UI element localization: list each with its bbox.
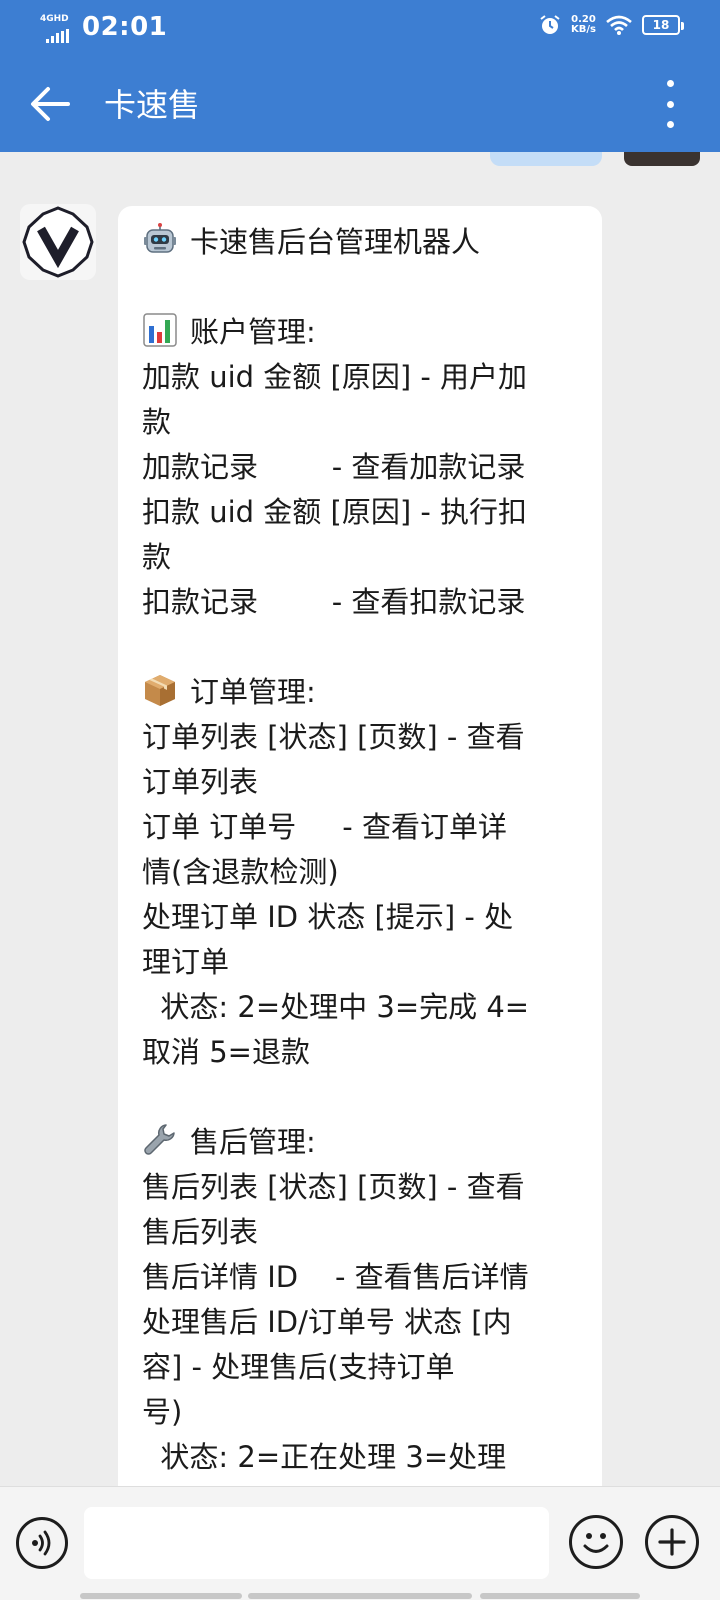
message-line: 号) — [142, 1390, 580, 1435]
input-bar — [0, 1486, 720, 1600]
message-line — [142, 1075, 580, 1120]
message-line-text: 订单 订单号 - 查看订单详 — [142, 810, 507, 844]
message-line: 扣款记录 - 查看扣款记录 — [142, 580, 580, 625]
back-button[interactable] — [24, 78, 76, 130]
package-icon — [142, 672, 178, 708]
message-line-text: 款 — [142, 405, 172, 439]
message-line: 售后列表 [状态] [页数] - 查看 — [142, 1165, 580, 1210]
emoji-button[interactable] — [569, 1515, 623, 1569]
message-line-text: 处理售后 ID/订单号 状态 [内 — [142, 1305, 512, 1339]
message-line: 容] - 处理售后(支持订单 — [142, 1345, 580, 1390]
message-line-text: 订单列表 — [142, 765, 259, 799]
message-line: 款 — [142, 400, 580, 445]
voice-icon — [32, 1530, 51, 1556]
message-line: 款 — [142, 535, 580, 580]
message-line-text: 加款 uid 金额 [原因] - 用户加 — [142, 360, 528, 394]
message-line: 状态: 2=处理中 3=完成 4= — [142, 985, 580, 1030]
message-line: 理订单 — [142, 940, 580, 985]
message-line — [142, 625, 580, 670]
panel-indicator — [248, 1593, 472, 1599]
message-line-text: 情(含退款检测) — [142, 855, 339, 889]
status-bar: 4GHD 02:01 0.20 KB/s 18 — [0, 0, 720, 56]
plus-icon — [658, 1528, 686, 1556]
v-logo-icon — [22, 206, 94, 278]
message-line-text: 容] - 处理售后(支持订单 — [142, 1350, 455, 1384]
message-section-heading: 账户管理: — [142, 310, 580, 355]
message-line: 售后详情 ID - 查看售后详情 — [142, 1255, 580, 1300]
network-speed: 0.20 KB/s — [571, 14, 596, 35]
message-line: 扣款 uid 金额 [原因] - 执行扣 — [142, 490, 580, 535]
message-line-text: 售后管理: — [190, 1125, 316, 1159]
wifi-icon — [606, 15, 632, 35]
message-line-text: 款 — [142, 540, 172, 574]
message-line-text: 号) — [142, 1395, 183, 1429]
message-line-text: 卡速售后台管理机器人 — [190, 225, 481, 259]
chat-area[interactable]: 卡速售后台管理机器人 账户管理: 加款 uid 金额 [原因] - 用户加款加款记录… — [0, 152, 720, 1486]
message-line: 售后列表 — [142, 1210, 580, 1255]
message-line: 订单 订单号 - 查看订单详 — [142, 805, 580, 850]
message-line — [142, 265, 580, 310]
message-line-text: 状态: 2=正在处理 3=处理 — [142, 1440, 507, 1474]
message-line-text: 账户管理: — [190, 315, 316, 349]
message-input[interactable] — [84, 1507, 549, 1579]
previous-message-bubble[interactable] — [490, 152, 602, 166]
message-line-text: 理订单 — [142, 945, 230, 979]
message-line-text: 售后列表 — [142, 1215, 259, 1249]
message-line: 加款记录 - 查看加款记录 — [142, 445, 580, 490]
message-line-text: 扣款记录 - 查看扣款记录 — [142, 585, 526, 619]
message-line-text: 状态: 2=处理中 3=完成 4= — [142, 990, 530, 1024]
status-time: 02:01 — [82, 12, 168, 42]
battery-icon: 18 — [642, 15, 684, 35]
voice-button[interactable] — [16, 1517, 68, 1569]
message-line-text: 售后列表 [状态] [页数] - 查看 — [142, 1170, 525, 1204]
message-line-text: 处理订单 ID 状态 [提示] - 处 — [142, 900, 514, 934]
message-section-heading: 售后管理: — [142, 1120, 580, 1165]
message-line-text: 售后详情 ID - 查看售后详情 — [142, 1260, 529, 1294]
more-options-button[interactable] — [660, 80, 680, 128]
more-vertical-icon — [666, 80, 674, 87]
message-line-text: 订单管理: — [190, 675, 316, 709]
message-line-text: 取消 5=退款 — [142, 1035, 310, 1069]
message-line-text: 加款记录 - 查看加款记录 — [142, 450, 526, 484]
message-line: 处理售后 ID/订单号 状态 [内 — [142, 1300, 580, 1345]
message-line: 订单列表 [状态] [页数] - 查看 — [142, 715, 580, 760]
cellular-signal-icon: 4GHD — [40, 13, 74, 43]
top-bar: 4GHD 02:01 0.20 KB/s 18 卡速售 — [0, 0, 720, 152]
alarm-icon — [540, 15, 560, 34]
plus-button[interactable] — [645, 1515, 699, 1569]
user-avatar[interactable] — [624, 152, 700, 166]
robot-icon — [142, 222, 178, 258]
panel-indicator — [480, 1593, 640, 1599]
bar-chart-icon — [142, 312, 178, 348]
wrench-icon — [142, 1122, 178, 1158]
smiley-icon — [583, 1533, 609, 1553]
arrow-left-icon — [31, 87, 70, 121]
message-line: 取消 5=退款 — [142, 1030, 580, 1075]
message-section-heading: 卡速售后台管理机器人 — [142, 220, 580, 265]
bot-avatar[interactable] — [20, 204, 96, 280]
message-line: 订单列表 — [142, 760, 580, 805]
message-line: 状态: 2=正在处理 3=处理 — [142, 1435, 580, 1480]
message-line-text: 扣款 uid 金额 [原因] - 执行扣 — [142, 495, 528, 529]
app-bar: 卡速售 — [0, 56, 720, 152]
message-line: 处理订单 ID 状态 [提示] - 处 — [142, 895, 580, 940]
message-section-heading: 订单管理: — [142, 670, 580, 715]
message-line: 情(含退款检测) — [142, 850, 580, 895]
message-line-text: 订单列表 [状态] [页数] - 查看 — [142, 720, 525, 754]
message-bubble[interactable]: 卡速售后台管理机器人 账户管理: 加款 uid 金额 [原因] - 用户加款加款记录… — [118, 206, 602, 1486]
message-line: 加款 uid 金额 [原因] - 用户加 — [142, 355, 580, 400]
panel-indicator — [80, 1593, 242, 1599]
page-title: 卡速售 — [104, 86, 201, 124]
